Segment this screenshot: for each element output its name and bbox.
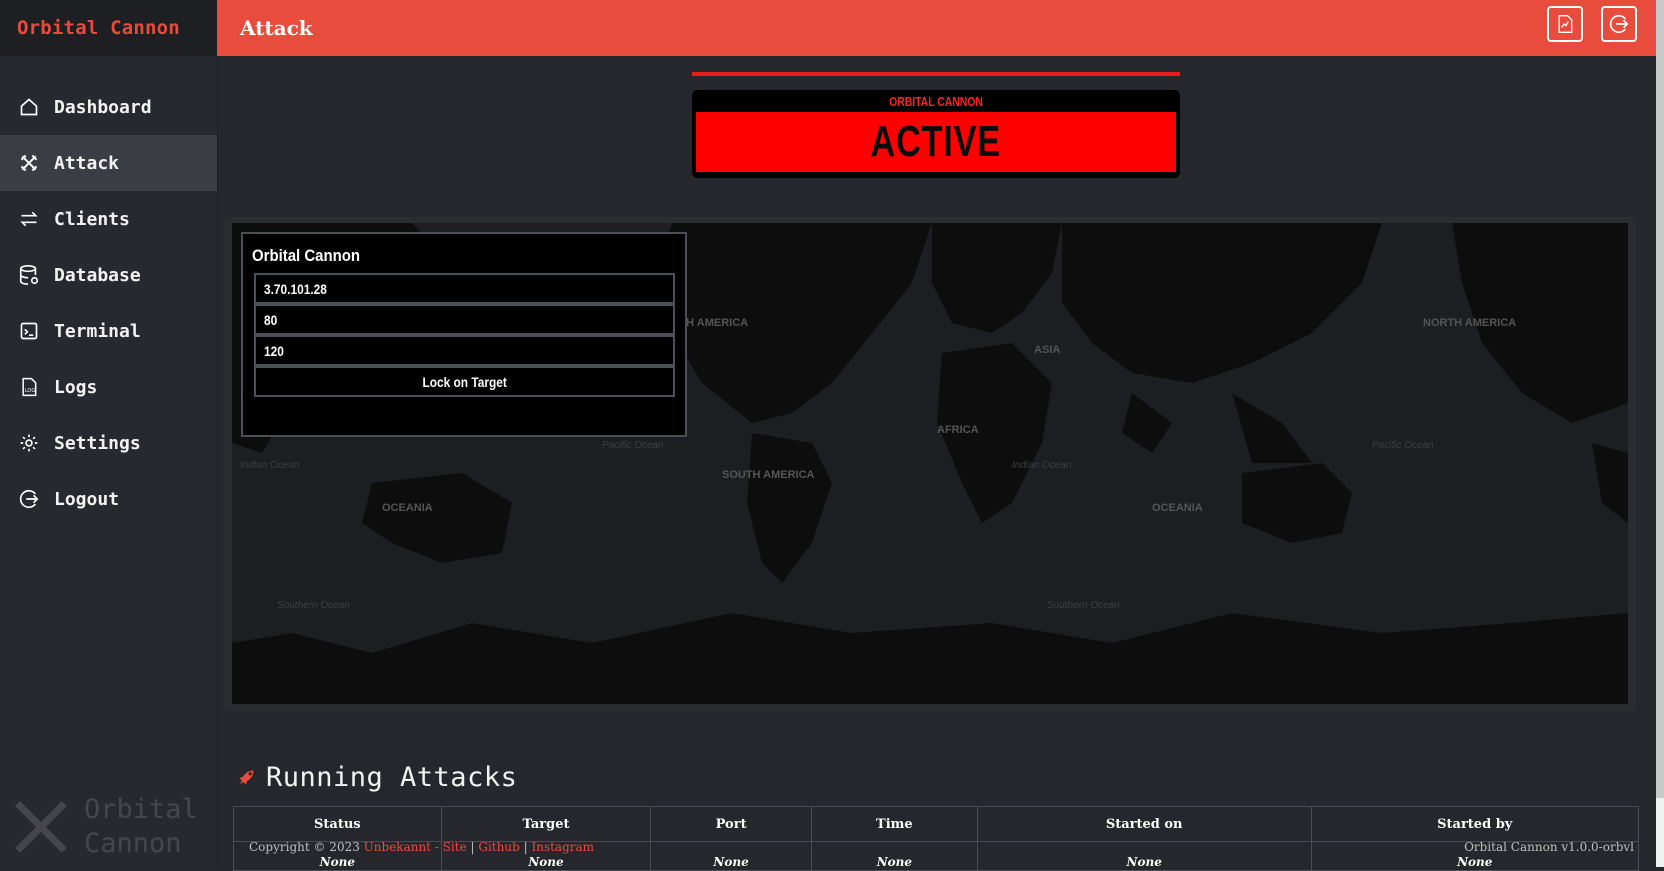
attack-time-field[interactable]: 120 bbox=[254, 335, 675, 366]
sidebar-item-label: Logout bbox=[54, 488, 120, 510]
table-cell: None bbox=[650, 841, 812, 871]
label-southern-ocean: Southern Ocean bbox=[277, 600, 350, 611]
home-icon bbox=[18, 96, 40, 118]
status-banner: ORBITAL CANNON ACTIVE bbox=[692, 90, 1180, 178]
sidebar-item-label: Terminal bbox=[54, 320, 141, 342]
target-ip-value: 3.70.101.28 bbox=[264, 280, 327, 297]
label-pacific-ocean-2: Pacific Ocean bbox=[1372, 440, 1434, 451]
gear-icon bbox=[18, 432, 40, 454]
col-time[interactable]: Time bbox=[810, 806, 978, 842]
logout-icon bbox=[1609, 14, 1629, 34]
arrows-swap-icon bbox=[18, 208, 40, 230]
status-indicator: ACTIVE bbox=[696, 112, 1176, 172]
label-africa: AFRICA bbox=[937, 424, 979, 436]
table-cell: None bbox=[976, 841, 1312, 871]
sidebar-item-label: Dashboard bbox=[54, 96, 152, 118]
report-chart-icon bbox=[1558, 15, 1573, 33]
sidebar-item-label: Database bbox=[54, 264, 141, 286]
lock-on-target-button[interactable]: Lock on Target bbox=[254, 366, 675, 397]
target-port-field[interactable]: 80 bbox=[254, 304, 675, 335]
page-title: Attack bbox=[240, 16, 313, 40]
logout-icon bbox=[18, 488, 40, 510]
sidebar-item-clients[interactable]: Clients bbox=[0, 191, 217, 247]
target-port-value: 80 bbox=[264, 311, 278, 328]
version-text: Orbital Cannon v1.0.0-orbvl bbox=[1464, 840, 1634, 854]
copyright-text: Copyright © 2023 bbox=[249, 840, 360, 854]
label-indian-ocean: Indian Ocean bbox=[240, 460, 300, 471]
label-indian-ocean-2: Indian Ocean bbox=[1012, 460, 1072, 471]
col-target[interactable]: Target bbox=[440, 806, 652, 842]
watermark-line1: Orbital bbox=[84, 794, 198, 825]
instagram-link[interactable]: Instagram bbox=[531, 840, 594, 854]
status-line bbox=[692, 72, 1180, 76]
label-pacific-ocean: Pacific Ocean bbox=[602, 440, 664, 451]
brand[interactable]: Orbital Cannon bbox=[0, 0, 217, 56]
sidebar-item-logs[interactable]: LOG Logs bbox=[0, 359, 217, 415]
target-ip-field[interactable]: 3.70.101.28 bbox=[254, 273, 675, 304]
label-south-america: SOUTH AMERICA bbox=[722, 469, 815, 481]
sidebar-item-settings[interactable]: Settings bbox=[0, 415, 217, 471]
log-file-icon: LOG bbox=[18, 376, 40, 398]
sidebar-nav: Dashboard Attack Clients Database Termin… bbox=[0, 79, 217, 527]
brand-title[interactable]: Orbital Cannon bbox=[17, 17, 180, 39]
author-link[interactable]: Unbekannt - Site bbox=[364, 840, 467, 854]
watermark-line2: Cannon bbox=[84, 828, 182, 859]
sidebar-watermark: Orbital Cannon bbox=[6, 791, 198, 863]
sidebar-item-logout[interactable]: Logout bbox=[0, 471, 217, 527]
label-southern-ocean-2: Southern Ocean bbox=[1047, 600, 1120, 611]
svg-text:LOG: LOG bbox=[25, 388, 36, 394]
scrollbar-thumb[interactable] bbox=[1656, 0, 1664, 798]
sidebar-item-label: Attack bbox=[54, 152, 120, 174]
col-started-on[interactable]: Started on bbox=[976, 806, 1312, 842]
attack-time-value: 120 bbox=[264, 342, 284, 359]
sidebar: Orbital Cannon Dashboard Attack Clients … bbox=[0, 0, 218, 867]
report-button[interactable] bbox=[1547, 6, 1583, 42]
footer: Copyright © 2023 Unbekannt - Site | Gith… bbox=[249, 840, 594, 854]
sidebar-item-dashboard[interactable]: Dashboard bbox=[0, 79, 217, 135]
footer-separator: | bbox=[523, 840, 528, 854]
running-attacks-heading: Running Attacks bbox=[236, 762, 517, 793]
sidebar-item-terminal[interactable]: Terminal bbox=[0, 303, 217, 359]
logout-button[interactable] bbox=[1601, 6, 1637, 42]
panel-title: Orbital Cannon bbox=[252, 246, 361, 265]
col-port[interactable]: Port bbox=[650, 806, 812, 842]
attacks-table: Status Target Port Time Started on Start… bbox=[233, 806, 1639, 871]
terminal-icon bbox=[18, 320, 40, 342]
label-oceania-2: OCEANIA bbox=[1152, 502, 1203, 514]
lock-on-target-label: Lock on Target bbox=[422, 373, 507, 390]
status-text: ACTIVE bbox=[870, 117, 1002, 166]
label-north-america-2: NORTH AMERICA bbox=[1423, 317, 1516, 329]
sidebar-item-database[interactable]: Database bbox=[0, 247, 217, 303]
label-oceania: OCEANIA bbox=[382, 502, 433, 514]
col-started-by[interactable]: Started by bbox=[1310, 806, 1639, 842]
table-header-row: Status Target Port Time Started on Start… bbox=[233, 806, 1639, 842]
table-cell: None bbox=[810, 841, 978, 871]
status-subtitle: ORBITAL CANNON bbox=[889, 94, 983, 109]
database-icon bbox=[18, 264, 40, 286]
running-attacks-title: Running Attacks bbox=[266, 762, 518, 793]
topbar: Attack bbox=[217, 0, 1657, 56]
footer-separator: | bbox=[470, 840, 475, 854]
rocket-icon bbox=[239, 770, 254, 785]
logo-icon bbox=[15, 801, 67, 853]
sidebar-item-label: Logs bbox=[54, 376, 98, 398]
col-status[interactable]: Status bbox=[233, 806, 442, 842]
sidebar-item-attack[interactable]: Attack bbox=[0, 135, 217, 191]
github-link[interactable]: Github bbox=[478, 840, 519, 854]
swords-icon bbox=[18, 152, 40, 174]
sidebar-item-label: Settings bbox=[54, 432, 141, 454]
target-panel: Orbital Cannon 3.70.101.28 80 120 Lock o… bbox=[241, 232, 687, 437]
label-asia: ASIA bbox=[1034, 344, 1060, 356]
sidebar-item-label: Clients bbox=[54, 208, 130, 230]
